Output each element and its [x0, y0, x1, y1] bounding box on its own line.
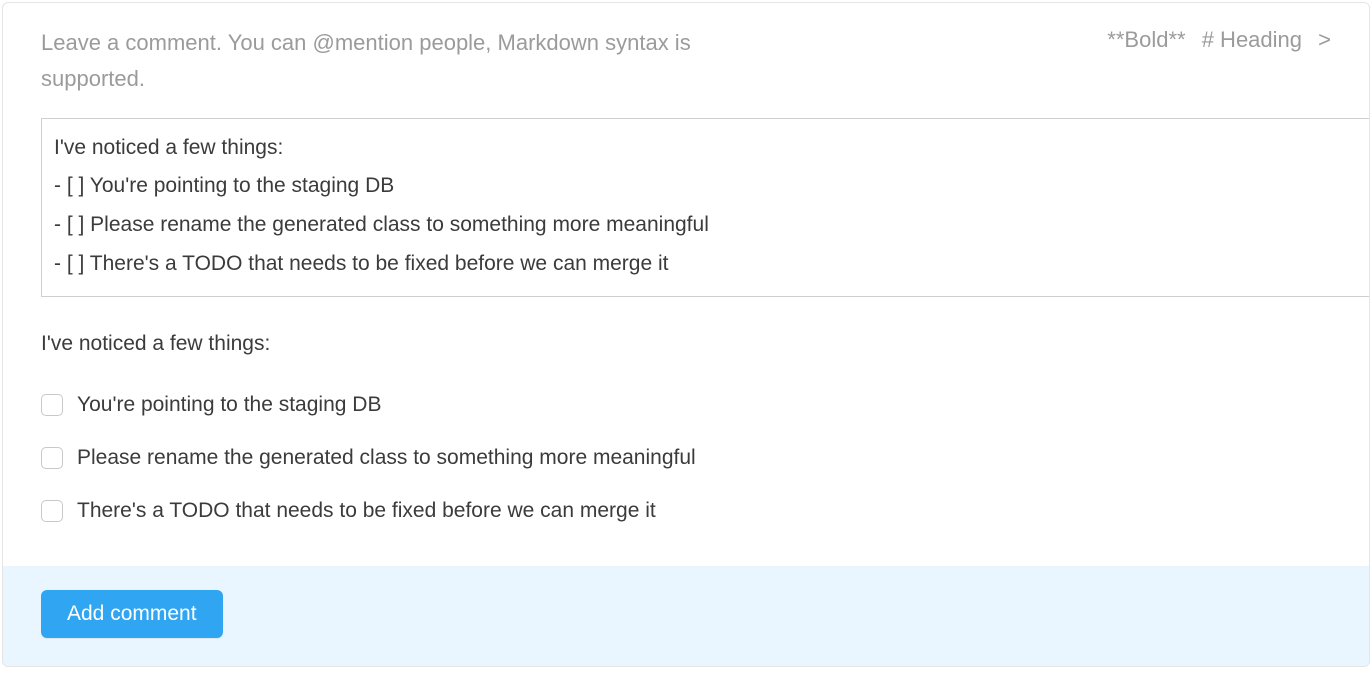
editor-line: - [ ] You're pointing to the staging DB	[54, 167, 1357, 206]
comment-footer: Add comment	[3, 566, 1369, 666]
task-label: There's a TODO that needs to be fixed be…	[77, 492, 656, 531]
task-checkbox[interactable]	[41, 447, 63, 469]
task-label: Please rename the generated class to som…	[77, 439, 696, 478]
markdown-hints: **Bold** # Heading >	[1097, 25, 1331, 53]
preview-intro: I've noticed a few things:	[41, 325, 1331, 364]
comment-placeholder: Leave a comment. You can @mention people…	[41, 25, 761, 98]
editor-line: - [ ] There's a TODO that needs to be fi…	[54, 245, 1357, 284]
editor-line: I've noticed a few things:	[54, 129, 1357, 168]
editor-line: - [ ] Please rename the generated class …	[54, 206, 1357, 245]
task-checkbox[interactable]	[41, 500, 63, 522]
comment-preview: I've noticed a few things: You're pointi…	[3, 297, 1369, 566]
hint-quote: >	[1318, 27, 1331, 52]
comment-editor[interactable]: I've noticed a few things: - [ ] You're …	[41, 118, 1369, 297]
comment-header: Leave a comment. You can @mention people…	[3, 3, 1369, 110]
hint-bold: **Bold**	[1107, 27, 1185, 52]
task-item: There's a TODO that needs to be fixed be…	[41, 492, 1331, 531]
task-checkbox[interactable]	[41, 394, 63, 416]
task-item: Please rename the generated class to som…	[41, 439, 1331, 478]
task-item: You're pointing to the staging DB	[41, 386, 1331, 425]
comment-panel: Leave a comment. You can @mention people…	[2, 2, 1370, 667]
task-label: You're pointing to the staging DB	[77, 386, 381, 425]
add-comment-button[interactable]: Add comment	[41, 590, 223, 638]
hint-heading: # Heading	[1202, 27, 1302, 52]
